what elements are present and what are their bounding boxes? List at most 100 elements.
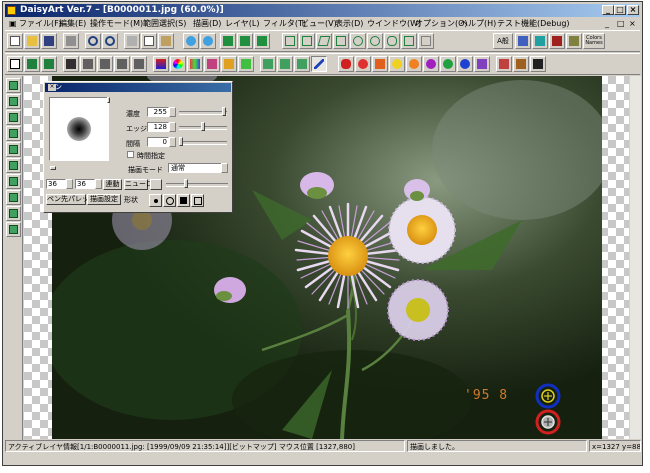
paste-icon[interactable] bbox=[158, 33, 174, 49]
neuro-option-button[interactable] bbox=[150, 179, 162, 190]
new-file-icon[interactable] bbox=[7, 33, 23, 49]
menu-draw[interactable]: 描画(D) bbox=[193, 18, 221, 30]
shape-square-icon[interactable] bbox=[177, 194, 190, 207]
fill-icon[interactable] bbox=[513, 56, 529, 72]
layer-lock-icon[interactable] bbox=[294, 56, 310, 72]
interval-field[interactable]: 0 bbox=[147, 137, 169, 147]
crayon-icon[interactable] bbox=[372, 56, 388, 72]
pen-panel-title-bar[interactable]: ペン × bbox=[45, 83, 231, 92]
menu-close-icon[interactable]: × bbox=[629, 18, 636, 30]
vertical-scrollbar[interactable] bbox=[630, 76, 641, 439]
shape-dot-icon[interactable] bbox=[149, 194, 162, 207]
paint-orange-icon[interactable] bbox=[406, 56, 422, 72]
menu-selection[interactable]: 範囲選択(S) bbox=[143, 18, 186, 30]
airbrush-icon[interactable] bbox=[355, 56, 371, 72]
eyedropper-icon[interactable] bbox=[496, 56, 512, 72]
density-field[interactable]: 255 bbox=[147, 107, 169, 117]
stop-icon[interactable] bbox=[530, 56, 546, 72]
left-tool-9-icon[interactable] bbox=[6, 206, 21, 221]
left-tool-6-icon[interactable] bbox=[6, 158, 21, 173]
left-tool-1-icon[interactable] bbox=[6, 78, 21, 93]
select-circle-icon[interactable] bbox=[367, 33, 383, 49]
stamp-icon[interactable] bbox=[220, 33, 236, 49]
menu-window[interactable]: ウインドウ(W) bbox=[367, 18, 421, 30]
left-tool-7-icon[interactable] bbox=[6, 174, 21, 189]
colors-names-icon[interactable]: Colors Names bbox=[583, 33, 605, 49]
stamp-third-icon[interactable] bbox=[254, 33, 270, 49]
neuro-slider[interactable] bbox=[166, 183, 228, 187]
undo-icon[interactable] bbox=[85, 33, 101, 49]
density-slider-thumb[interactable] bbox=[222, 107, 226, 116]
paint-blue-icon[interactable] bbox=[457, 56, 473, 72]
left-tool-3-icon[interactable] bbox=[6, 110, 21, 125]
menu-layer[interactable]: レイヤ(L) bbox=[225, 18, 259, 30]
select-magic-icon[interactable] bbox=[401, 33, 417, 49]
scale-tool-icon[interactable] bbox=[97, 56, 113, 72]
menu-edit[interactable]: 編集(E) bbox=[59, 18, 86, 30]
filter-icon[interactable] bbox=[549, 33, 565, 49]
interval-slider[interactable] bbox=[179, 141, 227, 145]
print-icon[interactable] bbox=[63, 33, 79, 49]
brush-red-icon[interactable] bbox=[338, 56, 354, 72]
left-tool-8-icon[interactable] bbox=[6, 190, 21, 205]
brush-height-field[interactable]: 36 bbox=[75, 179, 95, 189]
select-polygon-icon[interactable] bbox=[316, 33, 332, 49]
preview-h-slider-thumb[interactable] bbox=[50, 166, 56, 170]
tone-curve-icon[interactable] bbox=[204, 56, 220, 72]
edge-field[interactable]: 128 bbox=[147, 122, 169, 132]
menu-file[interactable]: ファイル(F) bbox=[19, 18, 62, 30]
maximize-button[interactable]: □ bbox=[614, 5, 626, 15]
menu-minimize-icon[interactable]: _ bbox=[605, 18, 609, 30]
preview-v-slider-thumb[interactable] bbox=[107, 97, 110, 103]
title-bar[interactable]: DaisyArt Ver.7 – [B0000011.jpg (60.0%)] … bbox=[5, 4, 640, 17]
zoom-out-icon[interactable] bbox=[200, 33, 216, 49]
flip-tool-icon[interactable] bbox=[114, 56, 130, 72]
move-tool-icon[interactable] bbox=[63, 56, 79, 72]
draw-mode-dropdown-icon[interactable] bbox=[221, 163, 228, 173]
brush-width-spinner[interactable] bbox=[66, 179, 73, 189]
left-tool-10-icon[interactable] bbox=[6, 222, 21, 237]
pen-tool-icon[interactable] bbox=[311, 56, 327, 72]
menu-help[interactable]: ヘルプ(H) bbox=[460, 18, 496, 30]
layer-view-icon[interactable] bbox=[260, 56, 276, 72]
pen-palette-button[interactable]: ペン先パレット bbox=[46, 194, 96, 205]
neuro-slider-thumb[interactable] bbox=[184, 179, 188, 188]
paint-green-icon[interactable] bbox=[440, 56, 456, 72]
density-spinner[interactable] bbox=[169, 107, 176, 117]
edge-slider-thumb[interactable] bbox=[201, 122, 205, 131]
cut-icon[interactable] bbox=[124, 33, 140, 49]
layer-hide-icon[interactable] bbox=[277, 56, 293, 72]
menu-restore-icon[interactable]: □ bbox=[617, 18, 625, 30]
deselect-icon[interactable] bbox=[418, 33, 434, 49]
paint-purple-icon[interactable] bbox=[423, 56, 439, 72]
stamp-alt-icon[interactable] bbox=[237, 33, 253, 49]
shape-circle-icon[interactable] bbox=[163, 194, 176, 207]
minimize-button[interactable]: _ bbox=[602, 5, 614, 15]
brush-width-field[interactable]: 36 bbox=[46, 179, 66, 189]
menu-filter[interactable]: フィルタ(T) bbox=[263, 18, 306, 30]
menu-operation-mode[interactable]: 操作モード(M) bbox=[90, 18, 143, 30]
cursor-arrow-icon[interactable] bbox=[7, 56, 23, 72]
brightness-icon[interactable] bbox=[221, 56, 237, 72]
menu-app-icon[interactable]: ▣ bbox=[9, 18, 17, 30]
pen-panel-close-icon[interactable]: × bbox=[48, 84, 56, 91]
zoom-in-icon[interactable] bbox=[183, 33, 199, 49]
eraser-icon[interactable] bbox=[474, 56, 490, 72]
palette-grid-icon[interactable] bbox=[187, 56, 203, 72]
time-checkbox[interactable] bbox=[127, 151, 134, 158]
contrast-icon[interactable] bbox=[238, 56, 254, 72]
redo-icon[interactable] bbox=[102, 33, 118, 49]
text-tool-icon[interactable]: A般 bbox=[493, 33, 513, 49]
crop-tool-icon[interactable] bbox=[131, 56, 147, 72]
layer-icon[interactable] bbox=[515, 33, 531, 49]
menu-debug[interactable]: テスト機能(Debug) bbox=[497, 18, 570, 30]
layer-merge-icon[interactable] bbox=[41, 56, 57, 72]
density-slider[interactable] bbox=[179, 111, 227, 115]
edge-spinner[interactable] bbox=[169, 122, 176, 132]
open-folder-icon[interactable] bbox=[24, 33, 40, 49]
layer-copy-icon[interactable] bbox=[24, 56, 40, 72]
left-tool-5-icon[interactable] bbox=[6, 142, 21, 157]
copy-icon[interactable] bbox=[141, 33, 157, 49]
left-tool-2-icon[interactable] bbox=[6, 94, 21, 109]
color-wheel-icon[interactable] bbox=[170, 56, 186, 72]
